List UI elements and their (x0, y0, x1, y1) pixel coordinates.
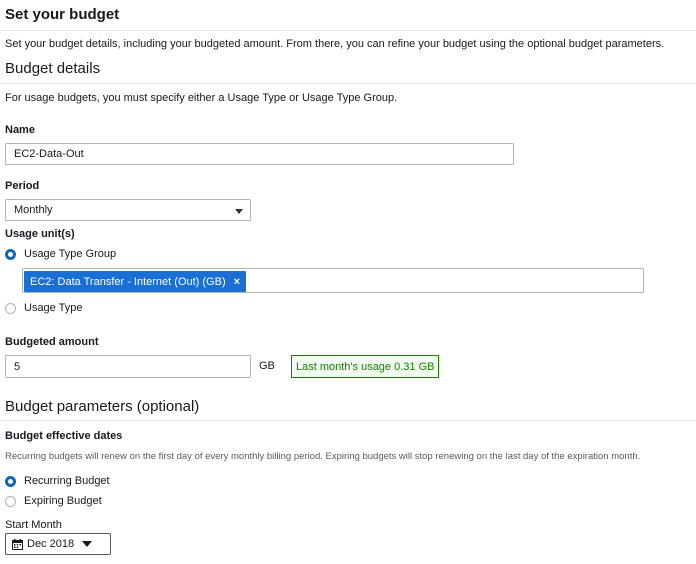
caret-down-icon (82, 541, 93, 547)
budget-details-title: Budget details (5, 60, 101, 77)
usage-units-label: Usage unit(s) (5, 228, 75, 240)
name-input[interactable]: EC2-Data-Out (5, 143, 514, 165)
radio-recurring-budget-label[interactable]: Recurring Budget (24, 475, 110, 487)
caret-down-icon (235, 209, 243, 214)
period-select[interactable]: Monthly (5, 199, 251, 221)
budgeted-amount-unit: GB (259, 360, 275, 372)
radio-usage-type-group[interactable] (5, 249, 16, 260)
radio-expiring-budget-label[interactable]: Expiring Budget (24, 495, 102, 507)
start-month-picker[interactable]: Dec 2018 (5, 533, 111, 555)
last-month-usage-badge: Last month's usage 0.31 GB (291, 355, 440, 378)
radio-recurring-budget[interactable] (5, 476, 16, 487)
budgeted-amount-label: Budgeted amount (5, 336, 99, 348)
budget-effective-dates-note: Recurring budgets will renew on the firs… (5, 451, 641, 462)
budgeted-amount-input[interactable]: 5 (5, 355, 251, 378)
name-input-value: EC2-Data-Out (14, 148, 84, 160)
divider (0, 420, 696, 421)
start-month-value: Dec 2018 (27, 538, 75, 550)
budget-parameters-title: Budget parameters (optional) (5, 398, 200, 415)
start-month-label: Start Month (5, 519, 62, 531)
radio-usage-type-label[interactable]: Usage Type (24, 302, 83, 314)
budget-effective-dates-label: Budget effective dates (5, 430, 123, 442)
period-label: Period (5, 180, 40, 192)
page-title: Set your budget (5, 6, 120, 23)
divider (0, 83, 696, 84)
name-label: Name (5, 124, 35, 136)
budgeted-amount-value: 5 (14, 360, 21, 373)
usage-type-group-tag-label: EC2: Data Transfer - Internet (Out) (GB) (30, 275, 226, 288)
radio-usage-type-group-label[interactable]: Usage Type Group (24, 248, 116, 260)
usage-type-group-tag: EC2: Data Transfer - Internet (Out) (GB)… (24, 271, 247, 292)
period-select-value: Monthly (14, 204, 53, 216)
calendar-icon (12, 538, 23, 550)
close-icon[interactable]: × (234, 276, 240, 288)
radio-expiring-budget[interactable] (5, 496, 16, 507)
radio-usage-type[interactable] (5, 303, 16, 314)
page-description: Set your budget details, including your … (5, 38, 665, 50)
budget-details-note: For usage budgets, you must specify eith… (5, 92, 398, 104)
divider (0, 30, 696, 31)
